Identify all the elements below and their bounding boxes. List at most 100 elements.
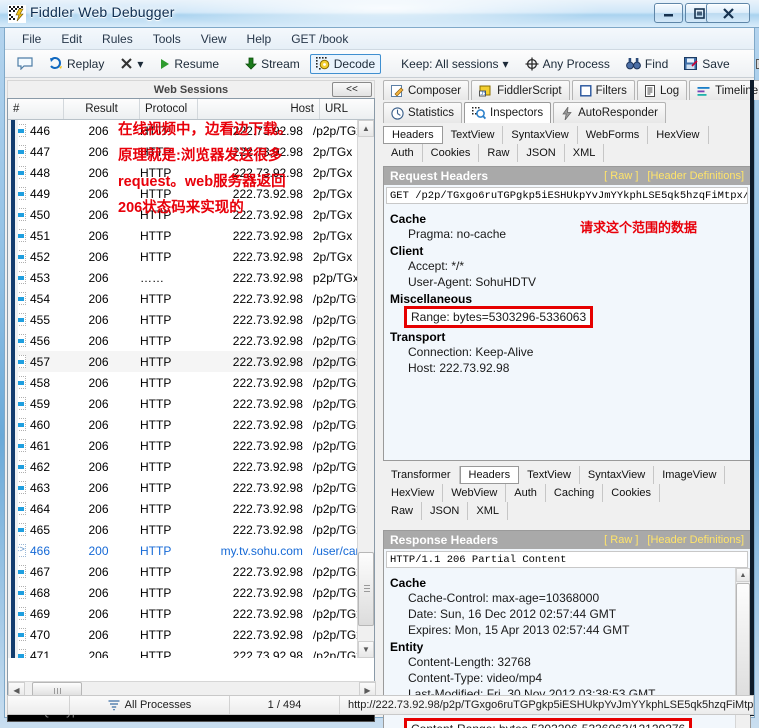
table-row[interactable]: 448206HTTP222.73.92.982p/TGx: [8, 162, 358, 183]
table-row[interactable]: 458206HTTP222.73.92.98/p2p/TGx: [8, 372, 358, 393]
menu-tools[interactable]: Tools: [144, 30, 190, 48]
table-row[interactable]: 463206HTTP222.73.92.98/p2p/TGx: [8, 477, 358, 498]
subtab-cookies[interactable]: Cookies: [423, 144, 480, 162]
comment-button[interactable]: [11, 54, 39, 73]
status-process-filter[interactable]: All Processes: [70, 696, 230, 714]
save-button[interactable]: Save: [678, 54, 735, 74]
table-row[interactable]: 450206HTTP222.73.92.982p/TGx: [8, 204, 358, 225]
table-row[interactable]: 454206HTTP222.73.92.98/p2p/TGx: [8, 288, 358, 309]
menu-rules[interactable]: Rules: [93, 30, 142, 48]
column-header-result[interactable]: Result: [64, 99, 140, 119]
subtab-headers[interactable]: Headers: [383, 126, 443, 144]
subtab-xml[interactable]: XML: [468, 502, 508, 520]
request-raw-link[interactable]: [ Raw ]: [604, 170, 638, 182]
find-button[interactable]: Find: [620, 54, 674, 74]
subtab-xml[interactable]: XML: [565, 144, 605, 162]
scrollbar-thumb[interactable]: [358, 552, 374, 626]
subtab-auth[interactable]: Auth: [383, 144, 423, 162]
resume-button[interactable]: Resume: [153, 54, 225, 74]
minimize-button[interactable]: [654, 3, 683, 23]
subtab-auth[interactable]: Auth: [506, 484, 546, 502]
subtab-caching[interactable]: Caching: [546, 484, 603, 502]
decode-button[interactable]: Decode: [310, 54, 381, 74]
subtab-raw[interactable]: Raw: [383, 502, 422, 520]
tab-timeline[interactable]: Timeline: [689, 80, 759, 100]
subtab-headers[interactable]: Headers: [460, 466, 520, 484]
scroll-down-button[interactable]: ▼: [358, 641, 374, 658]
subtab-transformer[interactable]: Transformer: [383, 466, 460, 484]
table-row[interactable]: 446206HTTP222.73.92.98/p2p/TGx: [8, 120, 358, 141]
sessions-rows[interactable]: 446206HTTP222.73.92.98/p2p/TGx447206HTTP…: [8, 120, 358, 658]
column-header-url[interactable]: URL: [320, 99, 372, 119]
table-row[interactable]: 453206……222.73.92.98p2p/TGx: [8, 267, 358, 288]
chevron-down-icon[interactable]: ▾: [503, 58, 509, 70]
subtab-textview[interactable]: TextView: [519, 466, 580, 484]
subtab-syntaxview[interactable]: SyntaxView: [580, 466, 654, 484]
replay-button[interactable]: Replay: [43, 54, 110, 74]
keep-sessions-dropdown[interactable]: Keep: All sessions ▾: [395, 54, 514, 74]
tab-filters[interactable]: Filters: [572, 80, 635, 100]
tab-log[interactable]: Log: [637, 80, 687, 100]
tab-autoresponder[interactable]: AutoResponder: [553, 102, 666, 123]
tab-inspectors[interactable]: Inspectors: [464, 102, 551, 123]
response-header-definitions-link[interactable]: [Header Definitions]: [647, 534, 744, 546]
stream-button[interactable]: Stream: [239, 54, 306, 74]
table-row[interactable]: 470206HTTP222.73.92.98/p2p/TGx: [8, 624, 358, 645]
request-header-definitions-link[interactable]: [Header Definitions]: [647, 170, 744, 182]
subtab-syntaxview[interactable]: SyntaxView: [503, 126, 577, 144]
response-scroll-up-button[interactable]: ▲: [736, 568, 750, 582]
web-sessions-title: Web Sessions: [154, 84, 228, 96]
menu-file[interactable]: File: [13, 30, 50, 48]
subtab-cookies[interactable]: Cookies: [603, 484, 660, 502]
table-row[interactable]: 467206HTTP222.73.92.98/p2p/TGx: [8, 561, 358, 582]
sessions-grid[interactable]: # Result Protocol Host URL 446206HTTP222…: [7, 98, 375, 700]
subtab-json[interactable]: JSON: [518, 144, 564, 162]
table-row[interactable]: 464206HTTP222.73.92.98/p2p/TGx: [8, 498, 358, 519]
sessions-vertical-scrollbar[interactable]: ▲ ▼: [357, 120, 374, 658]
table-row[interactable]: 460206HTTP222.73.92.98/p2p/TGx: [8, 414, 358, 435]
close-button[interactable]: [706, 3, 750, 23]
table-row[interactable]: 462206HTTP222.73.92.98/p2p/TGx: [8, 456, 358, 477]
snapshot-button[interactable]: [750, 54, 759, 74]
any-process-button[interactable]: Any Process: [519, 54, 616, 74]
table-row[interactable]: 465206HTTP222.73.92.98/p2p/TGx: [8, 519, 358, 540]
table-row[interactable]: 457206HTTP222.73.92.98/p2p/TGx: [8, 351, 358, 372]
subtab-raw[interactable]: Raw: [479, 144, 518, 162]
menu-edit[interactable]: Edit: [52, 30, 91, 48]
table-row[interactable]: 459206HTTP222.73.92.98/p2p/TGx: [8, 393, 358, 414]
table-row[interactable]: 455206HTTP222.73.92.98/p2p/TGx: [8, 309, 358, 330]
table-row[interactable]: 461206HTTP222.73.92.98/p2p/TGx: [8, 435, 358, 456]
menu-view[interactable]: View: [192, 30, 236, 48]
subtab-imageview[interactable]: ImageView: [654, 466, 725, 484]
tab-composer[interactable]: Composer: [383, 80, 469, 100]
subtab-hexview[interactable]: HexView: [383, 484, 443, 502]
table-row[interactable]: 471206HTTP222.73.92.98/p2p/TGx: [8, 645, 358, 658]
table-row[interactable]: 468206HTTP222.73.92.98/p2p/TGx: [8, 582, 358, 603]
chevron-down-icon[interactable]: ▾: [137, 58, 143, 70]
subtab-hexview[interactable]: HexView: [648, 126, 708, 144]
subtab-webview[interactable]: WebView: [443, 484, 506, 502]
menu-help[interactable]: Help: [238, 30, 281, 48]
column-header-protocol[interactable]: Protocol: [140, 99, 198, 119]
remove-button[interactable]: ▾: [114, 54, 149, 73]
collapse-panel-button[interactable]: <<: [332, 82, 372, 97]
column-header-number[interactable]: #: [8, 99, 64, 119]
session-url: /p2p/TGx: [308, 607, 358, 621]
column-header-host[interactable]: Host: [198, 99, 320, 119]
scroll-up-button[interactable]: ▲: [358, 120, 374, 137]
table-row[interactable]: 452206HTTP222.73.92.982p/TGx: [8, 246, 358, 267]
table-row[interactable]: 451206HTTP222.73.92.982p/TGx: [8, 225, 358, 246]
response-raw-link[interactable]: [ Raw ]: [604, 534, 638, 546]
subtab-textview[interactable]: TextView: [443, 126, 504, 144]
table-row[interactable]: 469206HTTP222.73.92.98/p2p/TGx: [8, 603, 358, 624]
tab-statistics[interactable]: Statistics: [383, 102, 462, 123]
subtab-webforms[interactable]: WebForms: [578, 126, 649, 144]
table-row[interactable]: 466200HTTPmy.tv.sohu.com/user/card: [8, 540, 358, 561]
menu-get-book[interactable]: GET /book: [282, 30, 357, 48]
subtab-json[interactable]: JSON: [422, 502, 468, 520]
tab-fiddlerscript[interactable]: JS FiddlerScript: [471, 80, 570, 100]
table-row[interactable]: 456206HTTP222.73.92.98/p2p/TGx: [8, 330, 358, 351]
response-scrollbar-thumb[interactable]: [736, 583, 750, 703]
table-row[interactable]: 447206HTTP222.73.92.982p/TGx: [8, 141, 358, 162]
table-row[interactable]: 449206HTTP222.73.92.982p/TGx: [8, 183, 358, 204]
